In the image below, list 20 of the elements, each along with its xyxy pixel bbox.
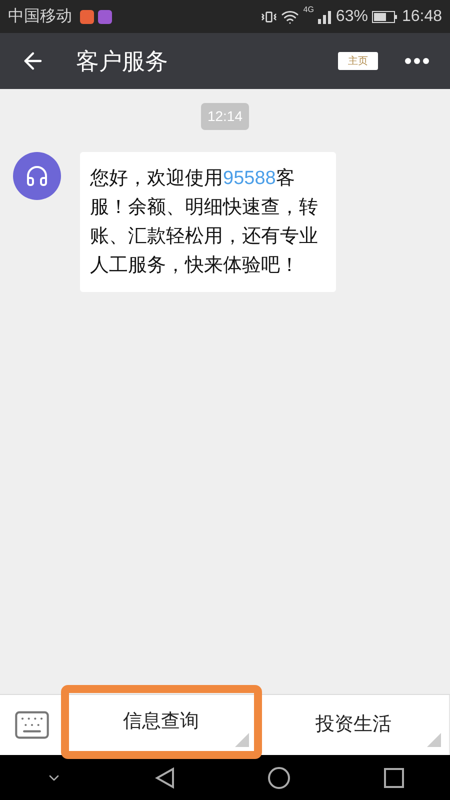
battery-icon [372,10,398,24]
clock: 16:48 [402,6,442,26]
menu-button[interactable]: 信息查询 [65,689,258,755]
back-nav-icon[interactable] [154,766,175,788]
app-icon [80,10,94,24]
signal-icon [318,10,332,24]
battery-percent: 63% [336,6,368,26]
vibrate-icon [261,8,278,24]
timestamp: 12:14 [201,103,249,130]
app-icon [98,10,112,24]
network-type: 4G [303,4,314,16]
recents-nav-icon[interactable] [384,768,404,788]
carrier: 中国移动 [8,6,72,26]
page-title: 客户服务 [76,46,169,76]
headset-icon [25,164,49,188]
message-text: 您好，欢迎使用95588客服！余额、明细快速查，转账、汇款轻松用，还有专业人工服务，快来体验吧！ [90,167,319,278]
corner-mark-icon [234,733,248,747]
more-icon[interactable] [404,57,430,65]
corner-mark-icon [427,733,441,747]
home-nav-icon[interactable] [267,766,292,790]
